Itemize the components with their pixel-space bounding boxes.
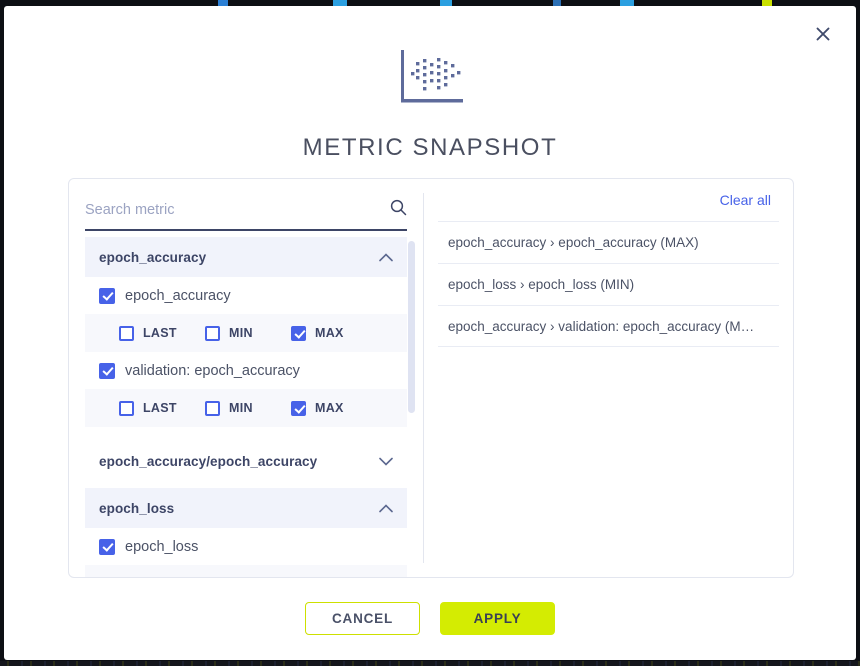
aggregation-checkbox[interactable] (205, 400, 220, 416)
aggregation-last[interactable]: LAST (119, 400, 205, 416)
chevron-up-icon[interactable] (379, 252, 393, 262)
aggregation-checkbox[interactable] (119, 576, 134, 577)
search-field-wrapper (85, 197, 407, 231)
aggregation-row: LAST MIN MAX (85, 389, 407, 427)
aggregation-checkbox[interactable] (205, 576, 220, 577)
metric-tree-scrollbar-track[interactable] (408, 237, 419, 577)
metric-checkbox[interactable] (99, 287, 115, 304)
chevron-down-icon[interactable] (379, 457, 393, 466)
selected-metric-item[interactable]: epoch_accuracy › validation: epoch_accur… (438, 305, 779, 347)
aggregation-min[interactable]: MIN (205, 325, 291, 341)
aggregation-last[interactable]: LAST (119, 325, 205, 341)
close-icon[interactable] (808, 19, 838, 49)
clear-all-button[interactable]: Clear all (720, 192, 771, 208)
tree-group-label: epoch_accuracy (99, 249, 207, 265)
dialog-footer: CANCEL APPLY (4, 602, 856, 635)
metric-tree: epoch_accuracy epoch_accuracy LAST MIN M… (69, 237, 423, 577)
tree-group-label: epoch_accuracy/epoch_accuracy (99, 453, 318, 469)
aggregation-checkbox[interactable] (291, 400, 306, 416)
aggregation-label: LAST (143, 401, 177, 415)
metric-label: validation: epoch_accuracy (125, 362, 300, 379)
tree-group-label: epoch_loss (99, 500, 175, 516)
tree-group-header-epoch-loss[interactable]: epoch_loss (85, 488, 407, 528)
aggregation-label: MIN (229, 326, 253, 340)
selected-metric-item[interactable]: epoch_loss › epoch_loss (MIN) (438, 263, 779, 305)
metric-snapshot-dialog: METRIC SNAPSHOT epoch_accuracy (4, 6, 856, 660)
metric-tree-scrollbar-thumb[interactable] (408, 241, 415, 413)
page-title: METRIC SNAPSHOT (302, 134, 558, 161)
metric-row[interactable]: epoch_loss (85, 528, 407, 565)
aggregation-checkbox[interactable] (205, 325, 220, 341)
metric-checkbox[interactable] (99, 538, 115, 555)
chevron-up-icon[interactable] (379, 503, 393, 513)
metric-selector-card: epoch_accuracy epoch_accuracy (68, 178, 794, 578)
aggregation-row: LAST MIN MAX (85, 565, 407, 577)
metric-row[interactable]: validation: epoch_accuracy (85, 352, 407, 389)
selected-metrics-panel: Clear all epoch_accuracy › epoch_accurac… (424, 179, 793, 577)
aggregation-min[interactable]: MIN (205, 400, 291, 416)
aggregation-label: LAST (143, 326, 177, 340)
search-input[interactable] (85, 202, 407, 224)
tree-group-header-epoch-accuracy[interactable]: epoch_accuracy (85, 237, 407, 277)
apply-button[interactable]: APPLY (440, 602, 555, 635)
aggregation-label: MIN (229, 401, 253, 415)
backdrop-bottom-strip (0, 661, 860, 666)
aggregation-checkbox[interactable] (119, 325, 134, 341)
cancel-button[interactable]: CANCEL (305, 602, 420, 635)
aggregation-max[interactable]: MAX (291, 400, 377, 416)
clear-all-row: Clear all (438, 179, 779, 221)
tree-group-header-epoch-accuracy-nested[interactable]: epoch_accuracy/epoch_accuracy (85, 441, 407, 481)
selected-metric-item[interactable]: epoch_accuracy › epoch_accuracy (MAX) (438, 221, 779, 263)
aggregation-max[interactable]: MAX (291, 576, 377, 577)
metric-row[interactable]: epoch_accuracy (85, 277, 407, 314)
aggregation-checkbox[interactable] (291, 325, 306, 341)
metric-label: epoch_loss (125, 538, 199, 555)
search-icon[interactable] (390, 199, 407, 221)
scatter-plot-icon (4, 50, 856, 112)
aggregation-label: MAX (315, 326, 344, 340)
aggregation-label: MAX (315, 401, 344, 415)
aggregation-max[interactable]: MAX (291, 325, 377, 341)
aggregation-checkbox[interactable] (119, 400, 134, 416)
metric-label: epoch_accuracy (125, 287, 231, 304)
metric-tree-panel: epoch_accuracy epoch_accuracy (69, 179, 423, 577)
aggregation-row: LAST MIN MAX (85, 314, 407, 352)
metric-tree-scroll-area[interactable]: epoch_accuracy epoch_accuracy LAST MIN M… (69, 237, 423, 577)
aggregation-checkbox[interactable] (291, 576, 306, 577)
aggregation-last[interactable]: LAST (119, 576, 205, 577)
metric-checkbox[interactable] (99, 362, 115, 379)
aggregation-min[interactable]: MIN (205, 576, 291, 577)
